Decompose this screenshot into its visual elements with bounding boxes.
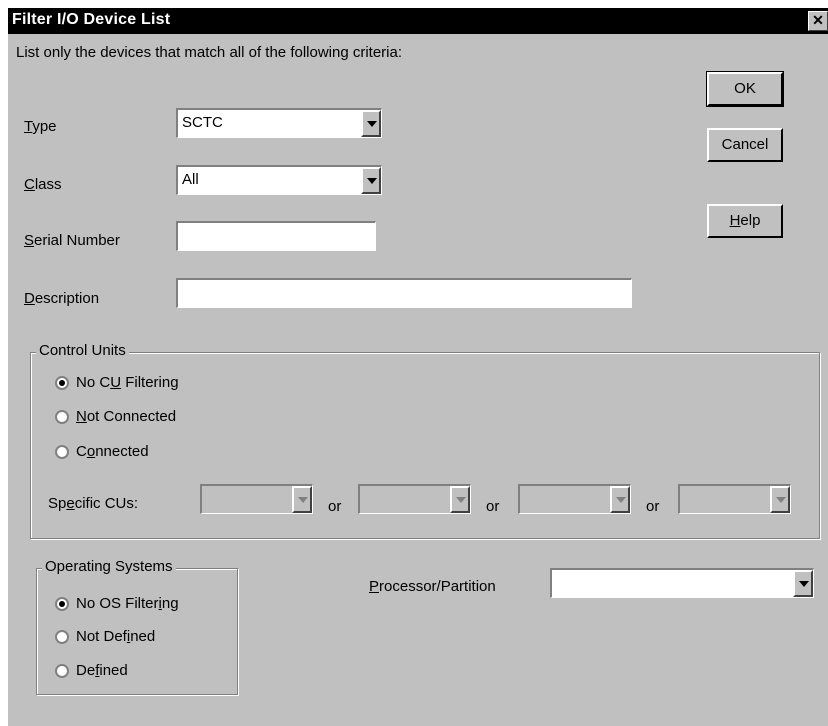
- specific-mnemonic: e: [66, 495, 75, 512]
- specific-cus-label: Specific CUs:: [48, 495, 138, 512]
- title-bar: Filter I/O Device List ✕: [8, 8, 828, 34]
- class-mnemonic: C: [24, 176, 35, 193]
- serial-mnemonic: S: [24, 232, 35, 249]
- description-label: Description: [24, 290, 99, 307]
- cu-opt-2-pre: C: [76, 443, 87, 460]
- chevron-down-icon[interactable]: [361, 110, 381, 137]
- specific-cu-dropdown-4[interactable]: [678, 484, 791, 514]
- type-value: SCTC: [182, 114, 223, 131]
- specific-cu-dropdown-1[interactable]: [200, 484, 313, 514]
- cu-opt-0-mnemonic: U: [110, 374, 122, 391]
- cu-opt-2-mnemonic: o: [86, 443, 96, 460]
- cu-opt-1-mnemonic: N: [76, 408, 87, 425]
- specific-cu-dropdown-3[interactable]: [518, 484, 631, 514]
- type-label: Type: [24, 118, 57, 135]
- ok-button[interactable]: OK: [706, 71, 784, 107]
- serial-number-label: Serial Number: [24, 232, 120, 249]
- description-label-rest: escription: [34, 290, 100, 307]
- or-label: or: [486, 498, 500, 515]
- intro-text: List only the devices that match all of …: [16, 44, 403, 61]
- connected-radio[interactable]: [55, 445, 69, 459]
- chevron-down-icon: [450, 486, 470, 513]
- class-label: Class: [24, 176, 62, 193]
- cu-opt-2-post: nnected: [95, 443, 149, 460]
- description-mnemonic: D: [24, 290, 35, 307]
- description-input[interactable]: [176, 278, 632, 308]
- filter-dialog: Filter I/O Device List ✕ List only the d…: [8, 8, 828, 726]
- chevron-down-icon[interactable]: [793, 570, 813, 597]
- connected-label[interactable]: Connected: [76, 443, 149, 460]
- serial-number-input[interactable]: [176, 221, 376, 251]
- not-defined-radio[interactable]: [55, 630, 69, 644]
- processor-partition-dropdown[interactable]: [550, 568, 814, 598]
- class-dropdown[interactable]: All: [176, 165, 382, 195]
- cu-opt-1-post: ot Connected: [86, 408, 177, 425]
- specific-cu-dropdown-2[interactable]: [358, 484, 471, 514]
- close-icon: ✕: [812, 12, 824, 28]
- chevron-down-icon: [292, 486, 312, 513]
- control-units-legend: Control Units: [36, 342, 129, 359]
- window-title: Filter I/O Device List: [12, 11, 171, 28]
- processor-label-rest: rocessor/Partition: [379, 578, 496, 595]
- or-label: or: [328, 498, 342, 515]
- cu-opt-0-post: Filtering: [121, 374, 179, 391]
- os-opt-2-pre: De: [76, 662, 96, 679]
- cu-opt-0-pre: No C: [76, 374, 111, 391]
- processor-mnemonic: P: [369, 578, 380, 595]
- os-opt-1-pre: Not Def: [76, 628, 127, 645]
- no-os-filtering-radio[interactable]: [55, 597, 69, 611]
- cancel-button[interactable]: Cancel: [707, 128, 783, 162]
- defined-label[interactable]: Defined: [76, 662, 128, 679]
- not-connected-radio[interactable]: [55, 410, 69, 424]
- close-button[interactable]: ✕: [808, 11, 828, 31]
- help-button[interactable]: Help: [707, 204, 783, 238]
- type-dropdown[interactable]: SCTC: [176, 108, 382, 138]
- chevron-down-icon[interactable]: [361, 167, 381, 194]
- chevron-down-icon: [610, 486, 630, 513]
- os-opt-1-post: ned: [130, 628, 156, 645]
- help-label: elp: [740, 212, 761, 229]
- class-label-rest: lass: [34, 176, 62, 193]
- specific-post: cific CUs:: [74, 495, 139, 512]
- defined-radio[interactable]: [55, 664, 69, 678]
- help-mnemonic: H: [729, 212, 741, 229]
- operating-systems-legend: Operating Systems: [42, 558, 176, 575]
- serial-label-rest: erial Number: [34, 232, 120, 249]
- os-opt-0-post: ng: [161, 595, 179, 612]
- no-cu-filtering-radio[interactable]: [55, 376, 69, 390]
- no-os-filtering-label[interactable]: No OS Filtering: [76, 595, 179, 612]
- no-cu-filtering-label[interactable]: No CU Filtering: [76, 374, 179, 391]
- not-defined-label[interactable]: Not Defined: [76, 628, 155, 645]
- os-opt-0-pre: No OS Filter: [76, 595, 159, 612]
- specific-pre: Sp: [48, 495, 67, 512]
- chevron-down-icon: [770, 486, 790, 513]
- processor-partition-label: Processor/Partition: [369, 578, 496, 595]
- type-label-rest: ype: [32, 118, 57, 135]
- not-connected-label[interactable]: Not Connected: [76, 408, 176, 425]
- os-opt-2-post: ined: [99, 662, 128, 679]
- class-value: All: [182, 171, 199, 188]
- or-label: or: [646, 498, 660, 515]
